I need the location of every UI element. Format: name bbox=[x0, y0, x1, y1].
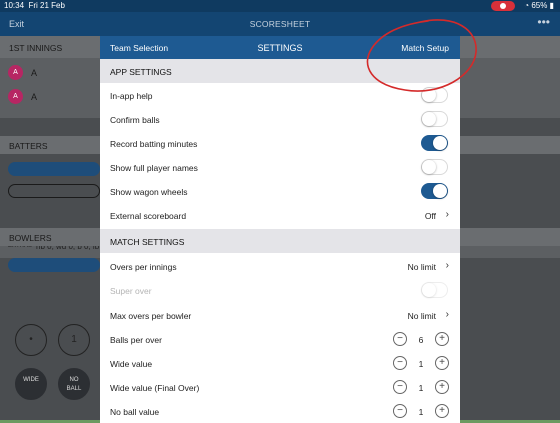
setting-overs-per-innings[interactable]: Overs per innings No limit › bbox=[100, 254, 460, 278]
setting-value: No limit bbox=[407, 311, 436, 321]
wide-button[interactable]: WIDE bbox=[15, 368, 47, 400]
plus-circle-icon[interactable]: + bbox=[435, 332, 449, 346]
batter-bar[interactable] bbox=[8, 162, 100, 176]
one-run-button[interactable]: 1 bbox=[58, 324, 90, 356]
screen-record-icon bbox=[491, 1, 515, 11]
chevron-right-icon: › bbox=[445, 209, 449, 220]
setting-in-app-help[interactable]: In-app help bbox=[100, 83, 460, 107]
setting-no-ball-value: No ball value − 1 + bbox=[100, 399, 460, 423]
match-settings-section: MATCH SETTINGS bbox=[100, 229, 460, 253]
setting-label: Overs per innings bbox=[110, 262, 177, 272]
innings-label: 1ST INNINGS bbox=[9, 43, 63, 53]
no-ball-button[interactable]: NO BALL bbox=[58, 368, 90, 400]
toggle-knob bbox=[422, 112, 436, 126]
super-over-toggle bbox=[421, 282, 448, 298]
match-setup-tab[interactable]: Match Setup bbox=[401, 43, 449, 53]
settings-modal: Team Selection SETTINGS Match Setup APP … bbox=[100, 36, 460, 423]
setting-label: External scoreboard bbox=[110, 211, 187, 221]
dot-ball-button[interactable]: • bbox=[15, 324, 47, 356]
avatar: A bbox=[8, 89, 23, 104]
bowler-bar[interactable] bbox=[8, 258, 100, 272]
avatar: A bbox=[8, 65, 23, 80]
record-batting-minutes-toggle[interactable] bbox=[421, 135, 448, 151]
setting-label: Show full player names bbox=[110, 163, 198, 173]
stepper-value: 1 bbox=[418, 407, 424, 417]
setting-max-overs-per-bowler[interactable]: Max overs per bowler No limit › bbox=[100, 303, 460, 327]
player-name: A bbox=[31, 92, 38, 102]
show-full-player-names-toggle[interactable] bbox=[421, 159, 448, 175]
show-wagon-wheels-toggle[interactable] bbox=[421, 183, 448, 199]
setting-value: No limit bbox=[407, 262, 436, 272]
minus-circle-icon[interactable]: − bbox=[393, 404, 407, 418]
plus-circle-icon[interactable]: + bbox=[435, 404, 449, 418]
setting-value: Off bbox=[424, 211, 436, 221]
app-bar: Exit SCORESHEET ••• bbox=[0, 12, 560, 36]
setting-label: Confirm balls bbox=[110, 115, 160, 125]
setting-label: Show wagon wheels bbox=[110, 187, 188, 197]
minus-circle-icon[interactable]: − bbox=[393, 332, 407, 346]
setting-balls-per-over: Balls per over − 6 + bbox=[100, 327, 460, 351]
status-bar: 10:34 Fri 21 Feb ◔ 65% ▮ bbox=[0, 0, 560, 12]
chevron-right-icon: › bbox=[445, 260, 449, 271]
stepper-value: 6 bbox=[418, 335, 424, 345]
batters-label: BATTERS bbox=[9, 141, 48, 151]
plus-circle-icon[interactable]: + bbox=[435, 356, 449, 370]
confirm-balls-toggle[interactable] bbox=[421, 111, 448, 127]
bowlers-label: BOWLERS bbox=[9, 233, 52, 243]
setting-confirm-balls[interactable]: Confirm balls bbox=[100, 107, 460, 131]
stepper-value: 1 bbox=[418, 359, 424, 369]
plus-circle-icon[interactable]: + bbox=[435, 380, 449, 394]
toggle-knob bbox=[422, 283, 436, 297]
setting-wide-value: Wide value − 1 + bbox=[100, 351, 460, 375]
toggle-knob bbox=[433, 136, 447, 150]
toggle-knob bbox=[422, 88, 436, 102]
setting-label: No ball value bbox=[110, 407, 160, 417]
minus-circle-icon[interactable]: − bbox=[393, 356, 407, 370]
status-battery: ◔ 65% ▮ bbox=[524, 1, 554, 10]
setting-label: In-app help bbox=[110, 91, 153, 101]
player-name: A bbox=[31, 68, 38, 78]
toggle-knob bbox=[433, 184, 447, 198]
status-time: 10:34 Fri 21 Feb bbox=[4, 1, 65, 10]
toggle-knob bbox=[422, 160, 436, 174]
setting-super-over: Super over bbox=[100, 278, 460, 302]
modal-header: Team Selection SETTINGS Match Setup bbox=[100, 36, 460, 59]
setting-external-scoreboard[interactable]: External scoreboard Off › bbox=[100, 203, 460, 227]
in-app-help-toggle[interactable] bbox=[421, 87, 448, 103]
setting-label: Wide value (Final Over) bbox=[110, 383, 200, 393]
setting-label: Record batting minutes bbox=[110, 139, 198, 149]
setting-label: Max overs per bowler bbox=[110, 311, 192, 321]
setting-record-batting-minutes[interactable]: Record batting minutes bbox=[100, 131, 460, 155]
minus-circle-icon[interactable]: − bbox=[393, 380, 407, 394]
setting-show-wagon-wheels[interactable]: Show wagon wheels bbox=[100, 179, 460, 203]
setting-show-full-player-names[interactable]: Show full player names bbox=[100, 155, 460, 179]
setting-label: Wide value bbox=[110, 359, 153, 369]
setting-wide-value-final-over: Wide value (Final Over) − 1 + bbox=[100, 375, 460, 399]
more-icon[interactable]: ••• bbox=[537, 15, 550, 29]
setting-label: Super over bbox=[110, 286, 152, 296]
setting-label: Balls per over bbox=[110, 335, 162, 345]
stepper-value: 1 bbox=[418, 383, 424, 393]
batter-bar[interactable] bbox=[8, 184, 100, 198]
chevron-right-icon: › bbox=[445, 309, 449, 320]
app-settings-section: APP SETTINGS bbox=[100, 59, 460, 83]
app-title: SCORESHEET bbox=[249, 19, 311, 29]
